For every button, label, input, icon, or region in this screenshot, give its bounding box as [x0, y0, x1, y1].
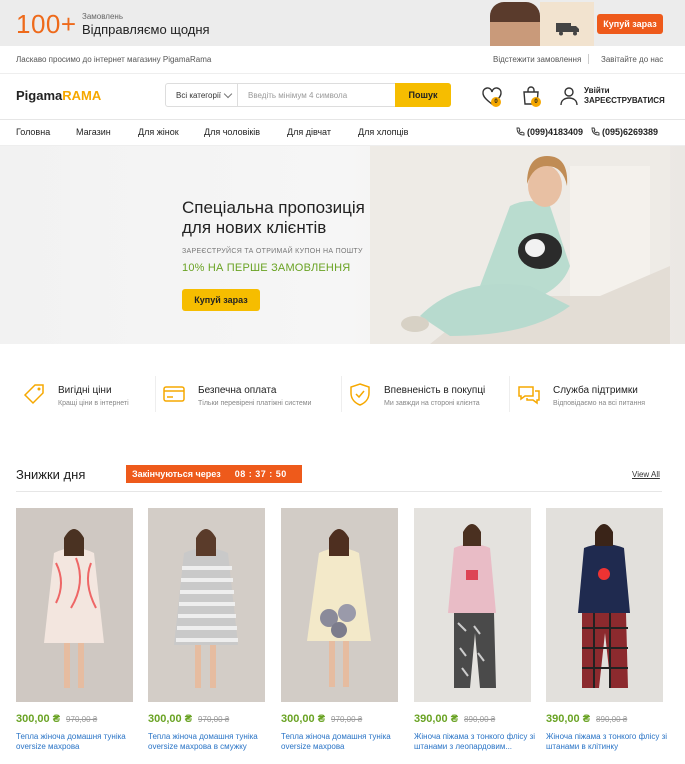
product-image[interactable]: [414, 508, 531, 702]
product-price: 390,00 ₴ 890,00 ₴: [414, 713, 495, 725]
product-card[interactable]: 390,00 ₴ 890,00 ₴ Жіноча піжама з тонкого…: [546, 508, 667, 751]
benefit-title: Служба підтримки: [553, 385, 638, 396]
product-card[interactable]: 300,00 ₴ 970,00 ₴ Тепла жіноча домашня ту…: [16, 508, 133, 751]
deals-countdown: Закінчуються через 08 : 37 : 50: [126, 465, 302, 483]
tag-icon: [23, 384, 44, 405]
promo-buy-button[interactable]: Купуй зараз: [597, 14, 663, 34]
benefit-title: Впевненість в покупці: [384, 385, 486, 396]
promo-person-image: [490, 2, 540, 46]
hero-title-line2: для нових клієнтів: [182, 218, 327, 237]
hero-title: Спеціальна пропозиція для нових клієнтів: [182, 198, 365, 238]
current-price: 300,00 ₴: [148, 713, 193, 725]
phone-icon: [591, 127, 600, 136]
benefit-subtitle: Кращі ціни в інтернеті: [58, 400, 129, 407]
site-header: PigamaRAMA Всі категорії Пошук 0 0 Увійт…: [0, 74, 685, 120]
old-price: 890,00 ₴: [596, 715, 628, 724]
top-info-bar: Ласкаво просимо до інтернет магазину Pig…: [0, 46, 685, 74]
product-price: 300,00 ₴ 970,00 ₴: [16, 713, 97, 725]
product-image[interactable]: [281, 508, 398, 702]
nav-item-shop[interactable]: Магазин: [76, 127, 111, 137]
nav-item-home[interactable]: Головна: [16, 127, 50, 137]
old-price: 890,00 ₴: [464, 715, 496, 724]
product-card[interactable]: 300,00 ₴ 970,00 ₴ Тепла жіноча домашня ту…: [281, 508, 398, 751]
hero-title-line1: Спеціальна пропозиція: [182, 198, 365, 217]
deals-title: Знижки дня: [16, 467, 86, 482]
hero-buy-button[interactable]: Купуй зараз: [182, 289, 260, 311]
countdown-time: 08 : 37 : 50: [234, 469, 287, 479]
benefit-subtitle: Відповідаємо на всі питання: [553, 400, 646, 407]
search-bar: Всі категорії Пошук: [165, 83, 451, 107]
hero-offer: 10% НА ПЕРШЕ ЗАМОВЛЕННЯ: [182, 262, 351, 274]
visit-us-link[interactable]: Завітайте до нас: [601, 55, 663, 64]
search-button[interactable]: Пошук: [395, 83, 451, 107]
hero-banner: Спеціальна пропозиція для нових клієнтів…: [0, 146, 685, 344]
phone-number-1[interactable]: (099)4183409: [527, 127, 583, 137]
orders-label: Замовлень: [82, 12, 123, 21]
truck-icon: [556, 23, 579, 36]
divider: [588, 54, 589, 64]
divider: [341, 376, 342, 412]
benefit-title: Вигідні ціни: [58, 385, 112, 396]
chat-icon: [518, 386, 540, 405]
product-image[interactable]: [148, 508, 265, 702]
current-price: 300,00 ₴: [16, 713, 61, 725]
login-link[interactable]: Увійти: [584, 86, 665, 96]
product-name-link[interactable]: Тепла жіноча домашня туніка oversize мах…: [16, 732, 141, 752]
category-select-value: Всі категорії: [176, 90, 221, 100]
product-card[interactable]: 390,00 ₴ 890,00 ₴ Жіноча піжама з тонкого…: [414, 508, 535, 751]
nav-item-men[interactable]: Для чоловіків: [204, 127, 260, 137]
benefit-subtitle: Ми завжди на стороні клієнта: [384, 400, 480, 407]
logo-accent-text: RAMA: [62, 88, 102, 103]
product-name-link[interactable]: Жіноча піжама з тонкого флісу зі штанами…: [546, 732, 671, 752]
divider: [16, 491, 662, 492]
hero-model-photo: [370, 146, 670, 344]
current-price: 300,00 ₴: [281, 713, 326, 725]
logo-text: Pigama: [16, 88, 63, 103]
product-image[interactable]: [16, 508, 133, 702]
view-all-link[interactable]: View All: [632, 470, 660, 479]
phone-number-2[interactable]: (095)6269389: [602, 127, 658, 137]
shipping-text: Відправляємо щодня: [82, 22, 210, 37]
wishlist-count-badge: 0: [491, 97, 501, 107]
benefit-subtitle: Тільки перевірені платіжні системи: [198, 400, 312, 407]
hero-subtitle: ЗАРЕЄСТРУЙСЯ ТА ОТРИМАЙ КУПОН НА ПОШТУ: [182, 248, 363, 255]
chevron-down-icon: [223, 89, 233, 99]
product-image[interactable]: [546, 508, 663, 702]
nav-item-girls[interactable]: Для дівчат: [287, 127, 331, 137]
product-price: 300,00 ₴ 970,00 ₴: [148, 713, 229, 725]
promo-banner: 100+ Замовлень Відправляємо щодня Купуй …: [0, 0, 685, 46]
cart-count-badge: 0: [531, 97, 541, 107]
shield-icon: [350, 383, 370, 406]
site-logo[interactable]: PigamaRAMA: [16, 88, 101, 103]
search-input[interactable]: [242, 84, 394, 106]
old-price: 970,00 ₴: [198, 715, 230, 724]
phone-icon: [516, 127, 525, 136]
category-select[interactable]: Всі категорії: [166, 84, 238, 106]
countdown-label: Закінчуються через: [132, 469, 221, 479]
account-links[interactable]: Увійти ЗАРЕЄСТРУВАТИСЯ: [584, 86, 665, 106]
product-name-link[interactable]: Жіноча піжама з тонкого флісу зі штанами…: [414, 732, 539, 752]
product-price: 300,00 ₴ 970,00 ₴: [281, 713, 362, 725]
main-nav: Головна Магазин Для жінок Для чоловіків …: [0, 120, 685, 146]
current-price: 390,00 ₴: [414, 713, 459, 725]
card-icon: [163, 386, 185, 402]
welcome-message: Ласкаво просимо до інтернет магазину Pig…: [16, 55, 212, 64]
product-price: 390,00 ₴ 890,00 ₴: [546, 713, 627, 725]
current-price: 390,00 ₴: [546, 713, 591, 725]
old-price: 970,00 ₴: [66, 715, 98, 724]
nav-item-women[interactable]: Для жінок: [138, 127, 179, 137]
divider: [155, 376, 156, 412]
product-name-link[interactable]: Тепла жіноча домашня туніка oversize мах…: [281, 732, 406, 752]
register-link[interactable]: ЗАРЕЄСТРУВАТИСЯ: [584, 96, 665, 106]
orders-count: 100+: [16, 9, 77, 39]
nav-item-boys[interactable]: Для хлопців: [358, 127, 408, 137]
user-icon[interactable]: [558, 85, 580, 107]
product-card[interactable]: 300,00 ₴ 970,00 ₴ Тепла жіноча домашня ту…: [148, 508, 265, 751]
product-name-link[interactable]: Тепла жіноча домашня туніка oversize мах…: [148, 732, 273, 752]
old-price: 970,00 ₴: [331, 715, 363, 724]
track-order-link[interactable]: Відстежити замовлення: [493, 55, 581, 64]
benefit-title: Безпечна оплата: [198, 385, 277, 396]
divider: [509, 376, 510, 412]
